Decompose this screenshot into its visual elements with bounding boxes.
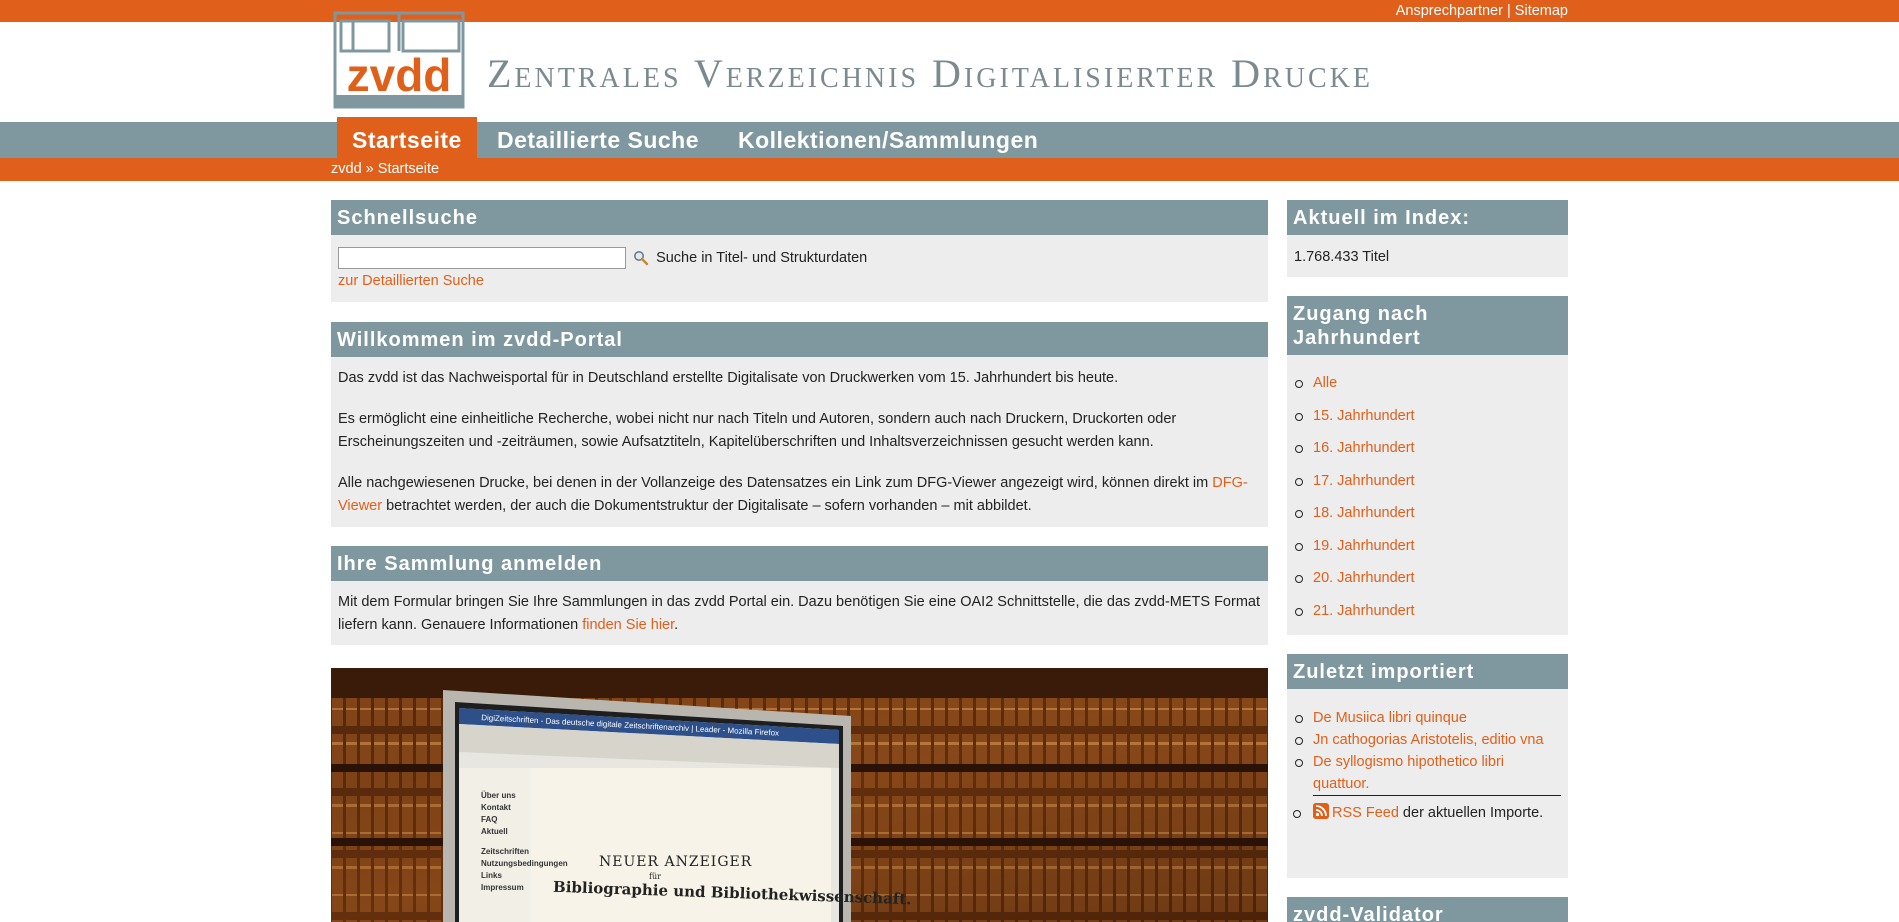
menu-item-ueber-uns: Über uns [481, 791, 516, 800]
nav-detailed-search[interactable]: Detaillierte Suche [482, 117, 714, 158]
search-icon[interactable] [633, 250, 649, 266]
recent-link[interactable]: De syllogismo hipothetico libri quattuor… [1313, 754, 1504, 792]
recent-title: Zuletzt importiert [1287, 654, 1568, 689]
recent-item[interactable]: De Musiica libri quinque [1287, 707, 1561, 729]
scanned-doc-heading: NEUER ANZEIGER [599, 854, 753, 870]
menu-item-kontakt: Kontakt [481, 803, 511, 812]
breadcrumb-separator: » [365, 161, 374, 177]
century-item-alle[interactable]: Alle [1287, 372, 1561, 405]
register-title: Ihre Sammlung anmelden [331, 546, 1268, 581]
rss-row: RSS Feed der aktuellen Importe. [1293, 795, 1561, 825]
menu-item-faq: FAQ [481, 815, 498, 824]
rss-feed-text: der aktuellen Importe. [1398, 805, 1544, 821]
register-info-link[interactable]: finden Sie hier [582, 617, 674, 633]
search-input[interactable] [338, 247, 626, 270]
recent-link[interactable]: De Musiica libri quinque [1313, 710, 1467, 726]
validator-title: zvdd-Validator [1287, 897, 1568, 922]
century-item-18[interactable]: 18. Jahrhundert [1287, 502, 1561, 535]
century-item-16[interactable]: 16. Jahrhundert [1287, 437, 1561, 470]
recent-link[interactable]: Jn cathogorias Aristotelis, editio vna [1313, 732, 1544, 748]
register-panel: Ihre Sammlung anmelden Mit dem Formular … [331, 546, 1268, 645]
recent-panel: Zuletzt importiert De Musiica libri quin… [1287, 654, 1568, 878]
recent-item[interactable]: Jn cathogorias Aristotelis, editio vna [1287, 729, 1561, 751]
breadcrumb-current: Startseite [377, 161, 440, 177]
century-item-15[interactable]: 15. Jahrhundert [1287, 405, 1561, 438]
rss-icon[interactable] [1313, 803, 1329, 819]
welcome-panel: Willkommen im zvdd-Portal Das zvdd ist d… [331, 322, 1268, 527]
search-hint: Suche in Titel- und Strukturdaten [656, 250, 868, 266]
quicksearch-panel: Schnellsuche Suche in Titel- und Struktu… [331, 200, 1268, 302]
validator-panel: zvdd-Validator [1287, 897, 1568, 922]
register-text-post: . [674, 617, 679, 633]
nav-collections[interactable]: Kollektionen/Sammlungen [723, 117, 1053, 158]
menu-item-nutzungsbedingungen: Nutzungsbedingungen [481, 859, 568, 868]
recent-list: De Musiica libri quinque Jn cathogorias … [1287, 707, 1561, 795]
welcome-paragraph-3: Alle nachgewiesenen Drucke, bei denen in… [338, 472, 1261, 518]
recent-item[interactable]: De syllogismo hipothetico libri quattuor… [1287, 751, 1561, 795]
nav-startseite[interactable]: Startseite [337, 117, 477, 158]
welcome-p3-text-post: betrachtet werden, der auch die Dokument… [382, 498, 1032, 514]
rss-feed-link[interactable]: RSS Feed [1332, 805, 1399, 821]
logo-text: zvdd [347, 49, 452, 101]
zvdd-logo-graphic: zvdd [333, 11, 465, 109]
index-panel: Aktuell im Index: 1.768.433 Titel [1287, 200, 1568, 277]
century-item-17[interactable]: 17. Jahrhundert [1287, 470, 1561, 503]
century-link[interactable]: 16. Jahrhundert [1313, 440, 1415, 456]
century-item-20[interactable]: 20. Jahrhundert [1287, 567, 1561, 600]
index-count: 1.768.433 Titel [1294, 249, 1390, 265]
scanned-doc-fuer: für [649, 872, 661, 881]
quicksearch-title: Schnellsuche [331, 200, 1268, 235]
century-link[interactable]: 17. Jahrhundert [1313, 473, 1415, 489]
century-title: Zugang nach Jahrhundert [1287, 296, 1568, 355]
century-item-21[interactable]: 21. Jahrhundert [1287, 600, 1561, 633]
century-link[interactable]: 20. Jahrhundert [1313, 570, 1415, 586]
top-links-separator: | [1506, 3, 1511, 19]
index-title: Aktuell im Index: [1287, 200, 1568, 235]
menu-item-aktuell: Aktuell [481, 827, 508, 836]
century-link[interactable]: 18. Jahrhundert [1313, 505, 1415, 521]
site-title: Zentrales Verzeichnis Digitalisierter Dr… [487, 51, 1373, 96]
menu-item-zeitschriften: Zeitschriften [481, 847, 530, 856]
detailed-search-link[interactable]: zur Detaillierten Suche [338, 273, 484, 289]
library-photo: DigiZeitschriften - Das deutsche digital… [331, 668, 1268, 922]
century-link[interactable]: 15. Jahrhundert [1313, 408, 1415, 424]
breadcrumb: zvdd » Startseite [331, 161, 439, 177]
welcome-title: Willkommen im zvdd-Portal [331, 322, 1268, 357]
welcome-p3-text-pre: Alle nachgewiesenen Drucke, bei denen in… [338, 475, 1213, 491]
library-photo-graphic [331, 668, 1268, 922]
top-bar [0, 0, 1899, 22]
welcome-paragraph-2: Es ermöglicht eine einheitliche Recherch… [338, 411, 1177, 450]
rss-bullet [1293, 810, 1301, 818]
century-link[interactable]: 19. Jahrhundert [1313, 538, 1415, 554]
century-list: Alle 15. Jahrhundert 16. Jahrhundert 17.… [1287, 372, 1561, 632]
century-panel: Zugang nach Jahrhundert Alle 15. Jahrhun… [1287, 296, 1568, 635]
top-links: Ansprechpartner | Sitemap [1396, 3, 1568, 19]
century-link[interactable]: Alle [1313, 375, 1337, 391]
century-link[interactable]: 21. Jahrhundert [1313, 603, 1415, 619]
breadcrumb-root[interactable]: zvdd [331, 161, 362, 177]
register-text-pre: Mit dem Formular bringen Sie Ihre Sammlu… [338, 594, 1260, 633]
register-paragraph: Mit dem Formular bringen Sie Ihre Sammlu… [338, 591, 1261, 637]
century-item-19[interactable]: 19. Jahrhundert [1287, 535, 1561, 568]
welcome-paragraph-1: Das zvdd ist das Nachweisportal für in D… [338, 370, 1119, 386]
sitemap-link[interactable]: Sitemap [1515, 3, 1568, 19]
zvdd-logo[interactable]: zvdd [333, 11, 465, 109]
contact-link[interactable]: Ansprechpartner [1396, 3, 1503, 19]
breadcrumb-bar [0, 158, 1899, 181]
